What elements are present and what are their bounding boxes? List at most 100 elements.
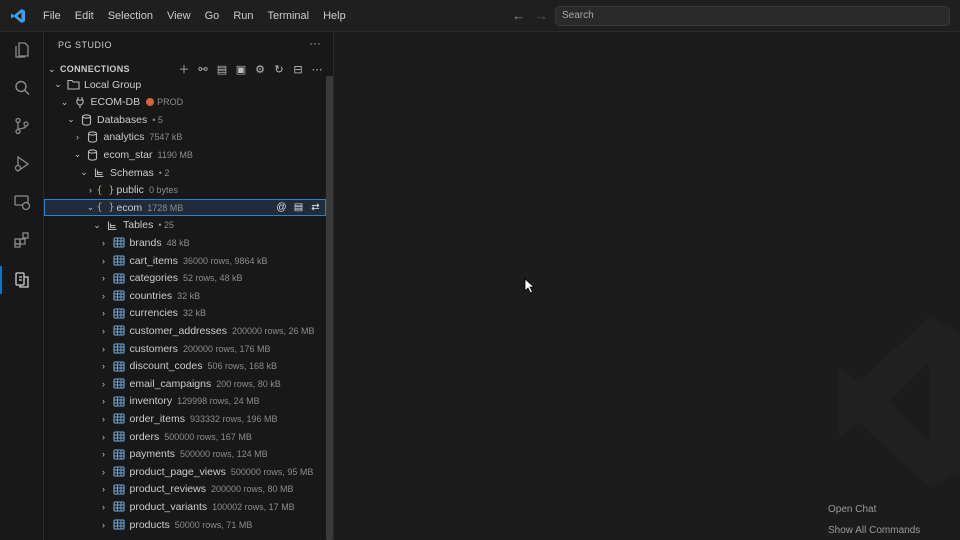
remote-explorer-icon[interactable] bbox=[8, 188, 36, 216]
pg-studio-icon[interactable] bbox=[0, 266, 36, 294]
chevron-right-icon[interactable]: › bbox=[98, 256, 110, 266]
chevron-right-icon[interactable]: › bbox=[98, 414, 110, 424]
braces-icon: { } bbox=[96, 184, 115, 196]
chevron-down-icon: ⌄ bbox=[48, 63, 56, 74]
chevron-right-icon[interactable]: › bbox=[98, 396, 110, 406]
chevron-down-icon[interactable]: ⌄ bbox=[78, 167, 90, 178]
mention-icon[interactable]: @ bbox=[275, 200, 288, 214]
tree-item-cart-items[interactable]: › cart_items 36000 rows, 9864 kB bbox=[44, 252, 326, 269]
chevron-right-icon[interactable]: › bbox=[98, 467, 110, 477]
forward-arrow-icon[interactable]: → bbox=[535, 8, 548, 23]
settings-icon[interactable]: ⚙ bbox=[253, 62, 267, 76]
menu-help[interactable]: Help bbox=[316, 0, 353, 32]
tree-item-public[interactable]: ›{ } public 0 bytes bbox=[44, 182, 326, 199]
tree-item-local group[interactable]: ⌄ Local Group bbox=[44, 76, 326, 93]
chevron-down-icon[interactable]: ⌄ bbox=[85, 202, 97, 213]
chevron-right-icon[interactable]: › bbox=[72, 132, 84, 142]
command-center-search[interactable]: Search bbox=[555, 6, 950, 26]
menu-run[interactable]: Run bbox=[226, 0, 260, 32]
overflow-icon[interactable]: ⋯ bbox=[310, 62, 324, 76]
tree-item-product-reviews[interactable]: › product_reviews 200000 rows, 80 MB bbox=[44, 481, 326, 498]
tree-item-ecom-db[interactable]: ⌄ ECOM-DB PROD bbox=[44, 94, 326, 111]
add-connection-icon[interactable]: ＋ bbox=[177, 62, 191, 76]
editor-area: Open Chat Show All Commands bbox=[334, 32, 960, 540]
tree-item-ecom[interactable]: ⌄{ } ecom 1728 MB @ ▤ ⇄ bbox=[44, 199, 326, 217]
tree-item-customer-addresses[interactable]: › customer_addresses 200000 rows, 26 MB bbox=[44, 322, 326, 339]
tree-item-countries[interactable]: › countries 32 kB bbox=[44, 287, 326, 304]
chevron-right-icon[interactable]: › bbox=[98, 484, 110, 494]
tree-item-label: customer_addresses bbox=[129, 324, 227, 337]
collapse-all-icon[interactable]: ⊟ bbox=[291, 62, 305, 76]
tree-item-label: products bbox=[129, 518, 170, 531]
search-icon[interactable] bbox=[8, 74, 36, 102]
plug-icon bbox=[73, 96, 87, 109]
tree-item-description: 500000 rows, 167 MB bbox=[164, 431, 252, 442]
tree-item-order-items[interactable]: › order_items 933332 rows, 196 MB bbox=[44, 410, 326, 427]
tree-item-orders[interactable]: › orders 500000 rows, 167 MB bbox=[44, 428, 326, 445]
chevron-right-icon[interactable]: › bbox=[98, 291, 110, 301]
menu-go[interactable]: Go bbox=[198, 0, 227, 32]
mouse-cursor-icon bbox=[524, 278, 536, 294]
tree-item-label: ecom_star bbox=[103, 148, 153, 161]
tree-item-ecom-star[interactable]: ⌄ ecom_star 1190 MB bbox=[44, 146, 326, 163]
chevron-down-icon[interactable]: ⌄ bbox=[59, 97, 71, 108]
tree-item-currencies[interactable]: › currencies 32 kB bbox=[44, 305, 326, 322]
tree-item-products[interactable]: › products 50000 rows, 71 MB bbox=[44, 516, 326, 533]
menu-edit[interactable]: Edit bbox=[68, 0, 101, 32]
tree-item-analytics[interactable]: › analytics 7547 kB bbox=[44, 129, 326, 146]
menu-terminal[interactable]: Terminal bbox=[261, 0, 317, 32]
chevron-right-icon[interactable]: › bbox=[98, 449, 110, 459]
chevron-right-icon[interactable]: › bbox=[98, 432, 110, 442]
new-query-icon[interactable]: ▤ bbox=[215, 62, 229, 76]
menu-selection[interactable]: Selection bbox=[101, 0, 160, 32]
back-arrow-icon[interactable]: ← bbox=[512, 8, 525, 23]
refresh-icon[interactable]: ↻ bbox=[272, 62, 286, 76]
new-table-icon[interactable]: ▤ bbox=[292, 200, 305, 214]
tree-item-description: 36000 rows, 9864 kB bbox=[182, 255, 268, 266]
more-actions-icon[interactable]: ··· bbox=[309, 36, 321, 50]
extensions-icon[interactable] bbox=[8, 226, 36, 254]
chevron-down-icon[interactable]: ⌄ bbox=[72, 149, 84, 160]
tree-item-categories[interactable]: › categories 52 rows, 48 kB bbox=[44, 270, 326, 287]
chevron-right-icon[interactable]: › bbox=[98, 308, 110, 318]
tree-item-product-variants[interactable]: › product_variants 100002 rows, 17 MB bbox=[44, 498, 326, 515]
tree-item-payments[interactable]: › payments 500000 rows, 124 MB bbox=[44, 446, 326, 463]
table-icon bbox=[112, 483, 126, 495]
explorer-icon[interactable] bbox=[8, 36, 36, 64]
tree-item-email-campaigns[interactable]: › email_campaigns 200 rows, 80 kB bbox=[44, 375, 326, 392]
chevron-right-icon[interactable]: › bbox=[98, 238, 110, 248]
connect-plug-icon[interactable]: ⚯ bbox=[196, 62, 210, 76]
tree-item-label: orders bbox=[129, 430, 160, 443]
tree-item-databases[interactable]: ⌄ Databases • 5 bbox=[44, 111, 326, 128]
tree-item-schemas[interactable]: ⌄ Schemas • 2 bbox=[44, 164, 326, 181]
tree-item-description: 200000 rows, 176 MB bbox=[182, 343, 271, 354]
source-control-icon[interactable] bbox=[8, 112, 36, 140]
chevron-right-icon[interactable]: › bbox=[98, 361, 110, 371]
tree-item-customers[interactable]: › customers 200000 rows, 176 MB bbox=[44, 340, 326, 357]
table-icon bbox=[112, 255, 126, 267]
table-icon bbox=[112, 378, 126, 390]
chevron-right-icon[interactable]: › bbox=[85, 185, 97, 195]
chevron-right-icon[interactable]: › bbox=[98, 379, 110, 389]
menu-file[interactable]: File bbox=[36, 0, 68, 32]
tree-item-discount-codes[interactable]: › discount_codes 506 rows, 168 kB bbox=[44, 358, 326, 375]
run-debug-icon[interactable] bbox=[8, 150, 36, 178]
chevron-down-icon[interactable]: ⌄ bbox=[65, 114, 77, 125]
chevron-down-icon[interactable]: ⌄ bbox=[91, 220, 103, 231]
menu-view[interactable]: View bbox=[160, 0, 198, 32]
sidebar-scrollbar[interactable] bbox=[326, 76, 333, 540]
chevron-right-icon[interactable]: › bbox=[98, 344, 110, 354]
chevron-right-icon[interactable]: › bbox=[98, 273, 110, 283]
chevron-right-icon[interactable]: › bbox=[98, 520, 110, 530]
tree-item-brands[interactable]: › brands 48 kB bbox=[44, 234, 326, 251]
chevron-down-icon[interactable]: ⌄ bbox=[52, 79, 64, 90]
compare-icon[interactable]: ⇄ bbox=[309, 200, 322, 214]
save-icon[interactable]: ▣ bbox=[234, 62, 248, 76]
tree-item-tables[interactable]: ⌄ Tables • 25 bbox=[44, 217, 326, 234]
chevron-right-icon[interactable]: › bbox=[98, 502, 110, 512]
table-icon bbox=[112, 395, 126, 407]
tree-item-product-page-views[interactable]: › product_page_views 500000 rows, 95 MB bbox=[44, 463, 326, 480]
tree-item-description: • 5 bbox=[152, 114, 163, 125]
chevron-right-icon[interactable]: › bbox=[98, 326, 110, 336]
tree-item-inventory[interactable]: › inventory 129998 rows, 24 MB bbox=[44, 393, 326, 410]
